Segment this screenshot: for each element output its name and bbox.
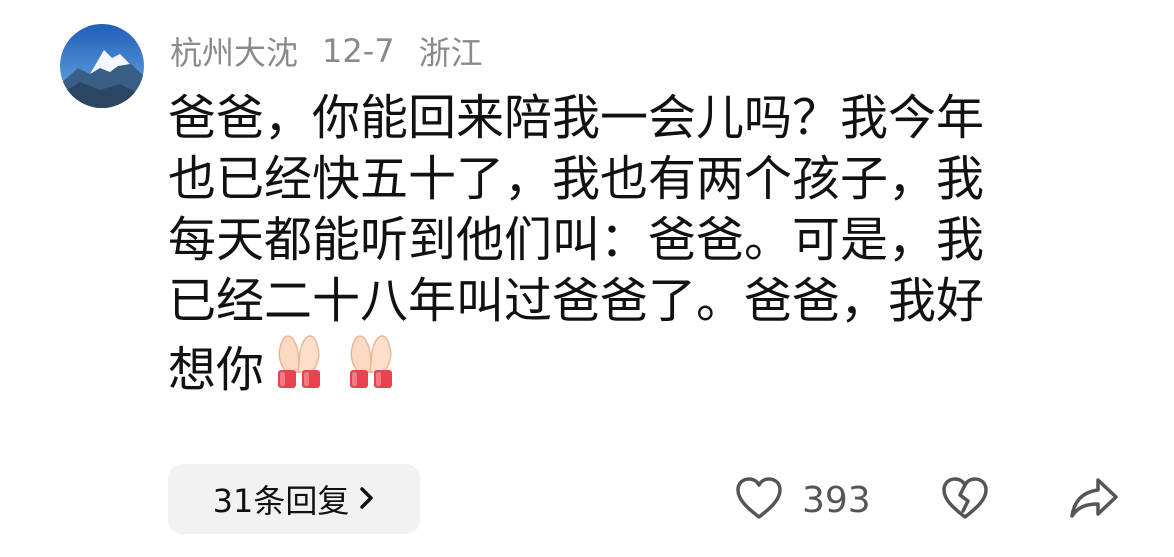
comment-line: 想你 bbox=[168, 342, 265, 398]
comment-location: 浙江 bbox=[418, 34, 483, 72]
share-arrow-icon bbox=[1068, 475, 1120, 525]
comment-actions: 393 bbox=[734, 470, 1120, 530]
comment-line: 爸爸，你能回来陪我一会儿吗？我今年 bbox=[168, 90, 985, 146]
comment-date: 12-7 bbox=[322, 32, 395, 70]
replies-label: 31条回复 bbox=[212, 482, 350, 520]
heart-icon bbox=[734, 475, 784, 525]
comment-line: 也已经快五十了，我也有两个孩子，我 bbox=[168, 151, 985, 207]
avatar[interactable] bbox=[60, 24, 144, 108]
comment-line-last: 想你 bbox=[168, 332, 1108, 401]
comment-meta: 杭州大沈 12-7 浙江 bbox=[170, 26, 507, 76]
chevron-right-icon bbox=[359, 480, 375, 518]
folded-hands-icon bbox=[338, 332, 408, 390]
author-name[interactable]: 杭州大沈 bbox=[170, 28, 298, 74]
comment-line: 已经二十八年叫过爸爸了。爸爸，我好 bbox=[168, 273, 985, 329]
like-button[interactable]: 393 bbox=[734, 475, 874, 525]
folded-hands-icon bbox=[266, 332, 336, 390]
comment-line: 每天都能听到他们叫：爸爸。可是，我 bbox=[168, 212, 985, 268]
broken-heart-icon bbox=[940, 475, 990, 525]
comment-text: 爸爸，你能回来陪我一会儿吗？我今年 也已经快五十了，我也有两个孩子，我 每天都能… bbox=[168, 88, 1108, 401]
dislike-button[interactable] bbox=[940, 475, 990, 525]
like-count: 393 bbox=[802, 479, 871, 521]
share-button[interactable] bbox=[1068, 475, 1120, 525]
view-replies-button[interactable]: 31条回复 bbox=[168, 464, 420, 534]
